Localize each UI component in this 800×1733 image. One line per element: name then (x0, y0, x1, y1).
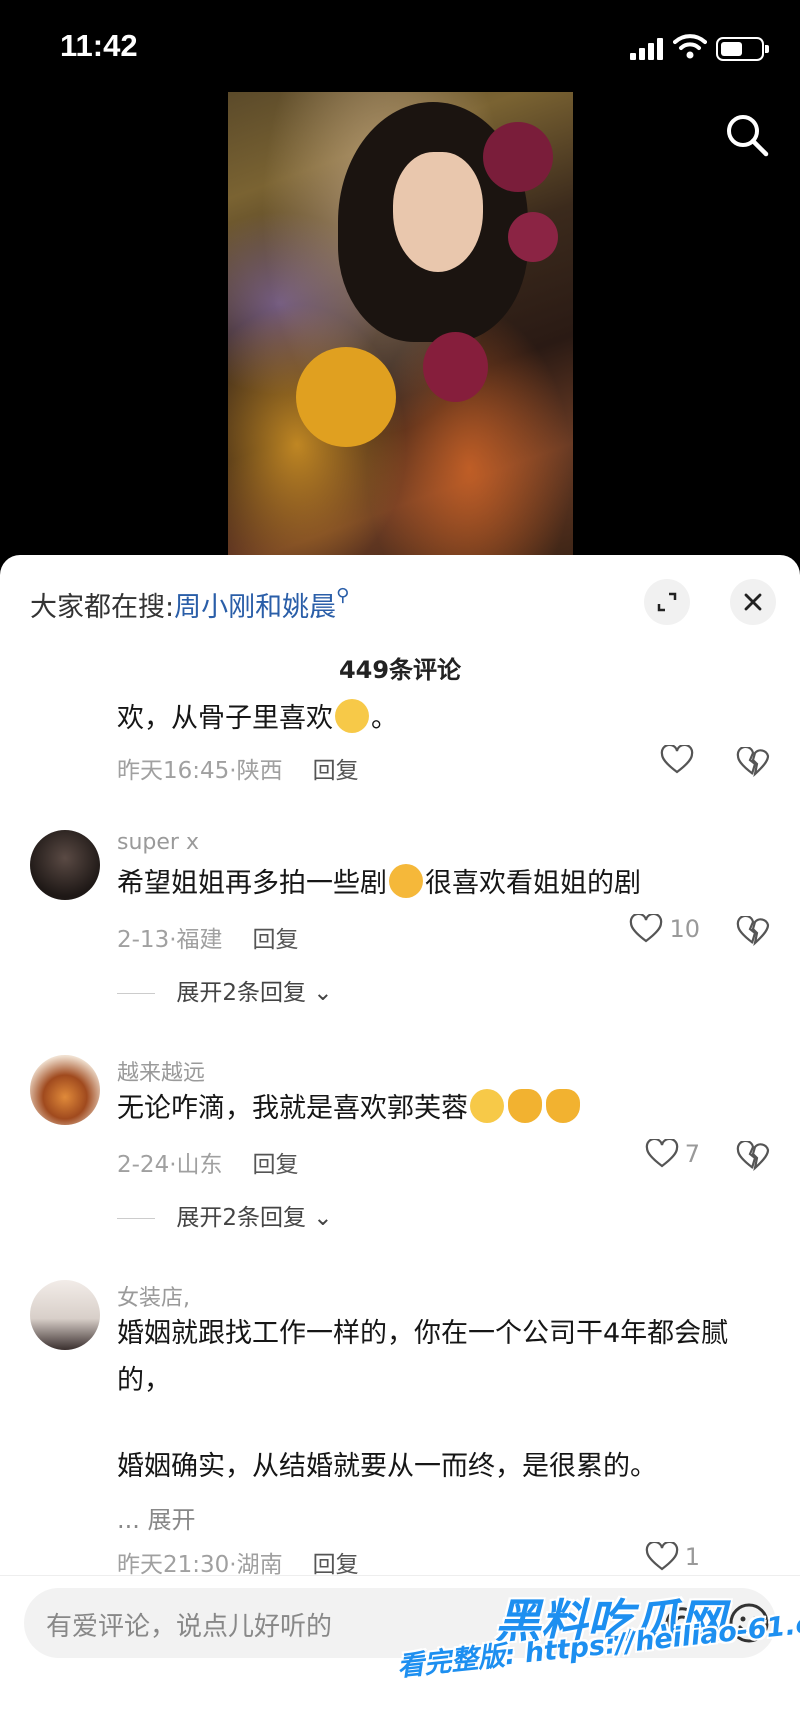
comment-text-part: 欢，从骨子里喜欢 (117, 703, 333, 734)
like-button[interactable]: 1 (645, 1542, 700, 1572)
heart-icon (645, 1139, 678, 1168)
comment-meta: 昨天16:45·陕西 回复 (117, 758, 359, 784)
like-count: 10 (669, 915, 700, 943)
comment-text: 无论咋滴，我就是喜欢郭芙蓉 (117, 1085, 767, 1132)
comment-text: 欢，从骨子里喜欢 。 (117, 695, 767, 742)
video-figure-face (393, 152, 483, 272)
video-flower (508, 212, 558, 262)
battery-level (721, 42, 742, 56)
heart-icon (660, 745, 694, 774)
like-count: 1 (684, 1543, 700, 1571)
expand-icon (657, 592, 677, 612)
status-time: 11:42 (60, 28, 138, 63)
avatar[interactable] (30, 830, 100, 900)
comment-date: 2-24 (117, 1152, 170, 1178)
video-flower (423, 332, 488, 402)
comment-meta: 2-24·山东 回复 (117, 1152, 299, 1178)
search-icon: ⚲ (336, 585, 350, 606)
broken-heart-icon[interactable] (736, 916, 770, 946)
broken-heart-icon[interactable] (736, 747, 770, 777)
heart-icon (645, 1542, 678, 1571)
trending-term[interactable]: 周小刚和姚晨 (174, 592, 336, 623)
read-more-link[interactable]: ... 展开 (117, 1500, 196, 1535)
chevron-down-icon: ⌄ (313, 1205, 333, 1231)
gourd-icon (546, 1089, 580, 1123)
cellular-signal-icon (630, 38, 664, 60)
like-button[interactable]: 7 (645, 1139, 700, 1169)
avatar[interactable] (30, 1055, 100, 1125)
expand-replies-label: 展开2条回复 (176, 1205, 306, 1231)
comment-count: 449条评论 (338, 656, 462, 684)
status-bar: 11:42 (0, 0, 800, 100)
comment-date: 2-13 (117, 927, 170, 953)
like-count: 7 (684, 1140, 700, 1168)
video-player[interactable] (228, 92, 573, 562)
comment-text: 希望姐姐再多拍一些剧 很喜欢看姐姐的剧 (117, 860, 767, 907)
comment-meta: 昨天21:30·湖南 回复 (117, 1552, 359, 1578)
comment-username[interactable]: super x (117, 830, 199, 855)
avatar[interactable] (30, 1280, 100, 1350)
comment-date: 昨天16:45 (117, 758, 230, 784)
comment-location: 山东 (176, 1152, 223, 1178)
trending-label: 大家都在搜: (30, 592, 175, 623)
gourd-icon (508, 1089, 542, 1123)
comment-text-part: 希望姐姐再多拍一些剧 (117, 868, 387, 899)
close-button[interactable] (730, 579, 776, 625)
reply-button[interactable]: 回复 (253, 927, 299, 953)
heart-icon (630, 914, 663, 943)
comment-location: 福建 (176, 927, 223, 953)
video-flower (483, 122, 553, 192)
comment-item: 越来越远 无论咋滴，我就是喜欢郭芙蓉 2-24·山东 回复 7 展开2条回复 ⌄ (0, 1055, 800, 1275)
reply-button[interactable]: 回复 (313, 758, 359, 784)
broken-heart-icon[interactable] (736, 1141, 770, 1171)
comment-text-part: 很喜欢看姐姐的剧 (425, 868, 641, 899)
search-icon[interactable] (722, 110, 772, 160)
panel-header: 大家都在搜:周小刚和姚晨⚲ 449条评论 (0, 555, 800, 684)
comment-input-placeholder: 有爱评论，说点儿好听的 (46, 1612, 333, 1642)
comment-username[interactable]: 越来越远 (117, 1055, 205, 1087)
expand-replies-button[interactable]: 展开2条回复 ⌄ (117, 1198, 333, 1232)
reply-button[interactable]: 回复 (253, 1152, 299, 1178)
comment-item: super x 希望姐姐再多拍一些剧 很喜欢看姐姐的剧 2-13·福建 回复 10 … (0, 830, 800, 1050)
comment-panel: 大家都在搜:周小刚和姚晨⚲ 449条评论 欢，从骨子里喜欢。 昨天16:45·陕… (0, 555, 800, 1733)
wifi-icon (673, 34, 707, 59)
like-button[interactable] (660, 745, 700, 775)
comment-text-part: 无论咋滴，我就是喜欢郭芙蓉 (117, 1093, 468, 1124)
expand-replies-label: 展开2条回复 (176, 980, 306, 1006)
smiling-face-icon (335, 699, 369, 733)
trending-search[interactable]: 大家都在搜:周小刚和姚晨⚲ (30, 585, 349, 624)
close-icon (744, 593, 762, 611)
comment-text: 婚姻就跟找工作一样的，你在一个公司干4年都会腻的， (117, 1318, 729, 1396)
like-button[interactable]: 10 (629, 914, 700, 944)
comment-meta: 2-13·福建 回复 (117, 927, 299, 953)
chevron-down-icon: ⌄ (313, 980, 333, 1006)
comment-item: 女装店, 婚姻就跟找工作一样的，你在一个公司干4年都会腻的， 婚姻确实，从结婚就… (0, 1280, 800, 1580)
battery-icon (716, 37, 769, 61)
comment-location: 陕西 (236, 758, 283, 784)
expand-replies-button[interactable]: 展开2条回复 ⌄ (117, 973, 333, 1007)
video-flower (296, 347, 396, 447)
comment-text-part: 。 (371, 703, 398, 734)
laughing-crying-face-icon (470, 1089, 504, 1123)
heart-eyes-face-icon (389, 864, 423, 898)
comment-username[interactable]: 女装店, (117, 1280, 190, 1312)
expand-button[interactable] (644, 579, 690, 625)
comment-text: 婚姻确实，从结婚就要从一而终，是很累的。 (117, 1451, 657, 1482)
